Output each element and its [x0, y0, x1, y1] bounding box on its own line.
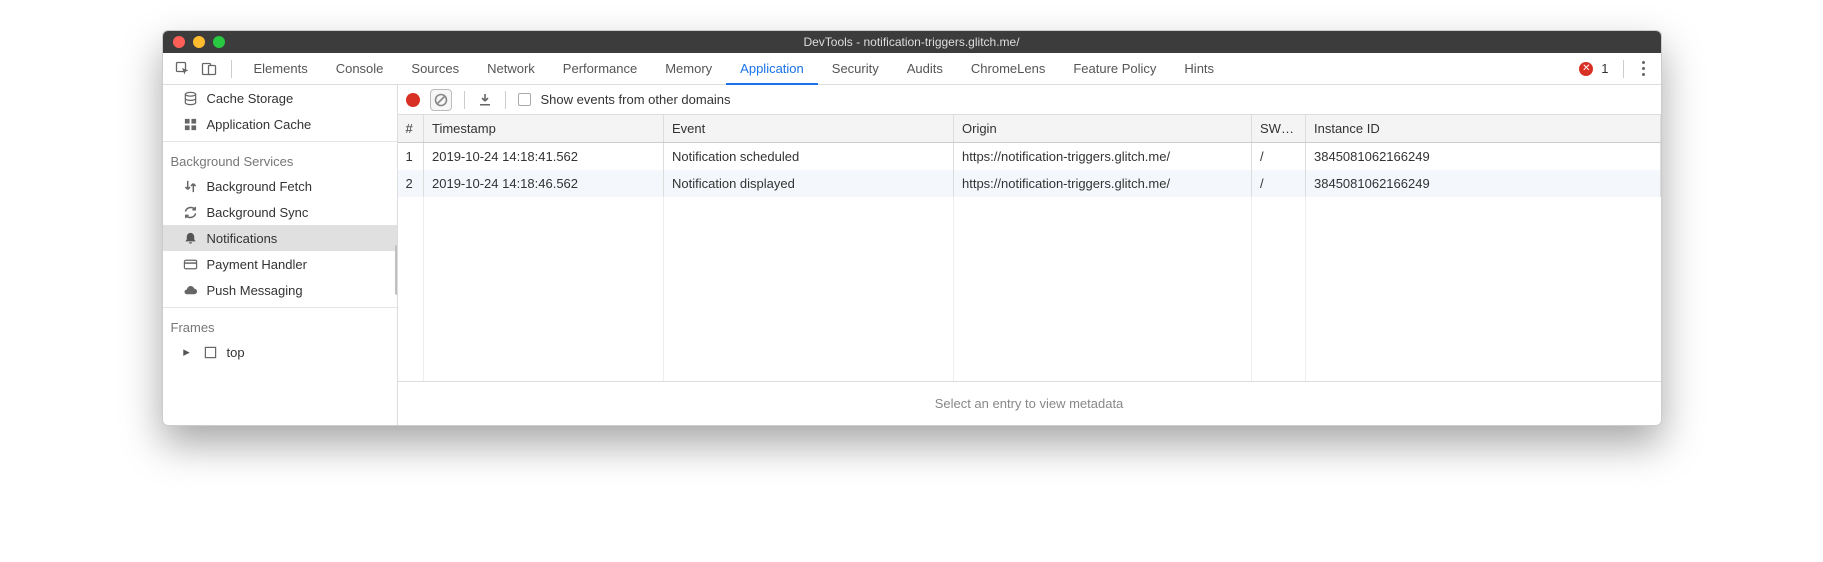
divider: [1623, 60, 1624, 78]
tab-application[interactable]: Application: [726, 53, 818, 85]
sidebar-item-label: Notifications: [207, 231, 278, 246]
maximize-window-button[interactable]: [213, 36, 225, 48]
tab-sources[interactable]: Sources: [397, 53, 473, 84]
sidebar-bg-notifications[interactable]: Notifications: [163, 225, 397, 251]
sidebar-item-label: Cache Storage: [207, 91, 294, 106]
cell-ts: 2019-10-24 14:18:41.562: [424, 143, 664, 171]
sidebar-bg-background-fetch[interactable]: Background Fetch: [163, 173, 397, 199]
record-button[interactable]: [406, 93, 420, 107]
panel-tabs: ElementsConsoleSourcesNetworkPerformance…: [163, 53, 1661, 85]
show-other-domains-checkbox[interactable]: [518, 93, 531, 106]
sidebar: Cache Storage Application Cache Backgroun…: [163, 85, 398, 425]
show-other-domains-label: Show events from other domains: [541, 92, 731, 107]
table-header-row: # Timestamp Event Origin SW … Instance I…: [398, 115, 1661, 143]
tab-elements[interactable]: Elements: [240, 53, 322, 84]
device-toolbar-icon[interactable]: [201, 61, 217, 77]
col-header-timestamp[interactable]: Timestamp: [424, 115, 664, 143]
divider: [163, 141, 397, 142]
tab-console[interactable]: Console: [322, 53, 398, 84]
tab-performance[interactable]: Performance: [549, 53, 651, 84]
error-icon[interactable]: ✕: [1579, 62, 1593, 76]
col-header-sw[interactable]: SW …: [1252, 115, 1306, 143]
window-title: DevTools - notification-triggers.glitch.…: [163, 35, 1661, 49]
sidebar-item-label: Push Messaging: [207, 283, 303, 298]
minimize-window-button[interactable]: [193, 36, 205, 48]
cell-sw: /: [1252, 143, 1306, 171]
download-icon[interactable]: [477, 92, 493, 108]
more-menu-icon[interactable]: [1638, 57, 1649, 80]
window-controls: [173, 36, 225, 48]
database-icon: [183, 90, 199, 106]
frame-label: top: [227, 345, 245, 360]
table-row[interactable]: 12019-10-24 14:18:41.562Notification sch…: [398, 143, 1661, 171]
col-header-origin[interactable]: Origin: [954, 115, 1252, 143]
frame-icon: [203, 344, 219, 360]
main-pane: Show events from other domains # Timesta…: [398, 85, 1661, 425]
table-row[interactable]: 22019-10-24 14:18:46.562Notification dis…: [398, 170, 1661, 197]
body: Cache Storage Application Cache Backgroun…: [163, 85, 1661, 425]
tab-security[interactable]: Security: [818, 53, 893, 84]
sidebar-item-label: Background Fetch: [207, 179, 313, 194]
divider: [231, 60, 232, 78]
cell-origin: https://notification-triggers.glitch.me/: [954, 143, 1252, 171]
devtools-window: DevTools - notification-triggers.glitch.…: [162, 30, 1662, 426]
cell-ts: 2019-10-24 14:18:46.562: [424, 170, 664, 197]
sidebar-item-label: Application Cache: [207, 117, 312, 132]
cloud-icon: [183, 282, 199, 298]
cell-num: 1: [398, 143, 424, 171]
sidebar-bg-background-sync[interactable]: Background Sync: [163, 199, 397, 225]
transfer-icon: [183, 178, 199, 194]
cell-sw: /: [1252, 170, 1306, 197]
sidebar-bg-push-messaging[interactable]: Push Messaging: [163, 277, 397, 303]
sidebar-header-frames: Frames: [163, 312, 397, 339]
frame-item-top[interactable]: ▸ top: [163, 339, 397, 365]
col-header-number[interactable]: #: [398, 115, 424, 143]
sync-icon: [183, 204, 199, 220]
bell-icon: [183, 230, 199, 246]
tab-audits[interactable]: Audits: [893, 53, 957, 84]
card-icon: [183, 256, 199, 272]
sidebar-storage-cache-storage[interactable]: Cache Storage: [163, 85, 397, 111]
col-header-instance[interactable]: Instance ID: [1306, 115, 1661, 143]
grid-icon: [183, 116, 199, 132]
clear-button[interactable]: [430, 89, 452, 111]
cell-instance: 3845081062166249: [1306, 170, 1661, 197]
tab-chromelens[interactable]: ChromeLens: [957, 53, 1059, 84]
col-header-event[interactable]: Event: [664, 115, 954, 143]
disclosure-triangle-icon: ▸: [179, 344, 195, 360]
cell-event: Notification displayed: [664, 170, 954, 197]
divider: [464, 91, 465, 109]
sidebar-bg-payment-handler[interactable]: Payment Handler: [163, 251, 397, 277]
cell-instance: 3845081062166249: [1306, 143, 1661, 171]
status-hint: Select an entry to view metadata: [398, 382, 1661, 425]
tab-hints[interactable]: Hints: [1170, 53, 1228, 84]
divider: [505, 91, 506, 109]
cell-event: Notification scheduled: [664, 143, 954, 171]
sidebar-item-label: Payment Handler: [207, 257, 307, 272]
toolbar: Show events from other domains: [398, 85, 1661, 115]
tab-network[interactable]: Network: [473, 53, 549, 84]
events-table: # Timestamp Event Origin SW … Instance I…: [398, 115, 1661, 425]
sidebar-header-background-services: Background Services: [163, 146, 397, 173]
sidebar-item-label: Background Sync: [207, 205, 309, 220]
titlebar: DevTools - notification-triggers.glitch.…: [163, 31, 1661, 53]
table-empty-area: [398, 197, 1661, 382]
inspect-element-icon[interactable]: [175, 61, 191, 77]
cell-num: 2: [398, 170, 424, 197]
tab-feature-policy[interactable]: Feature Policy: [1059, 53, 1170, 84]
tab-memory[interactable]: Memory: [651, 53, 726, 84]
sidebar-storage-application-cache[interactable]: Application Cache: [163, 111, 397, 137]
close-window-button[interactable]: [173, 36, 185, 48]
divider: [163, 307, 397, 308]
error-count[interactable]: 1: [1601, 61, 1608, 76]
cell-origin: https://notification-triggers.glitch.me/: [954, 170, 1252, 197]
